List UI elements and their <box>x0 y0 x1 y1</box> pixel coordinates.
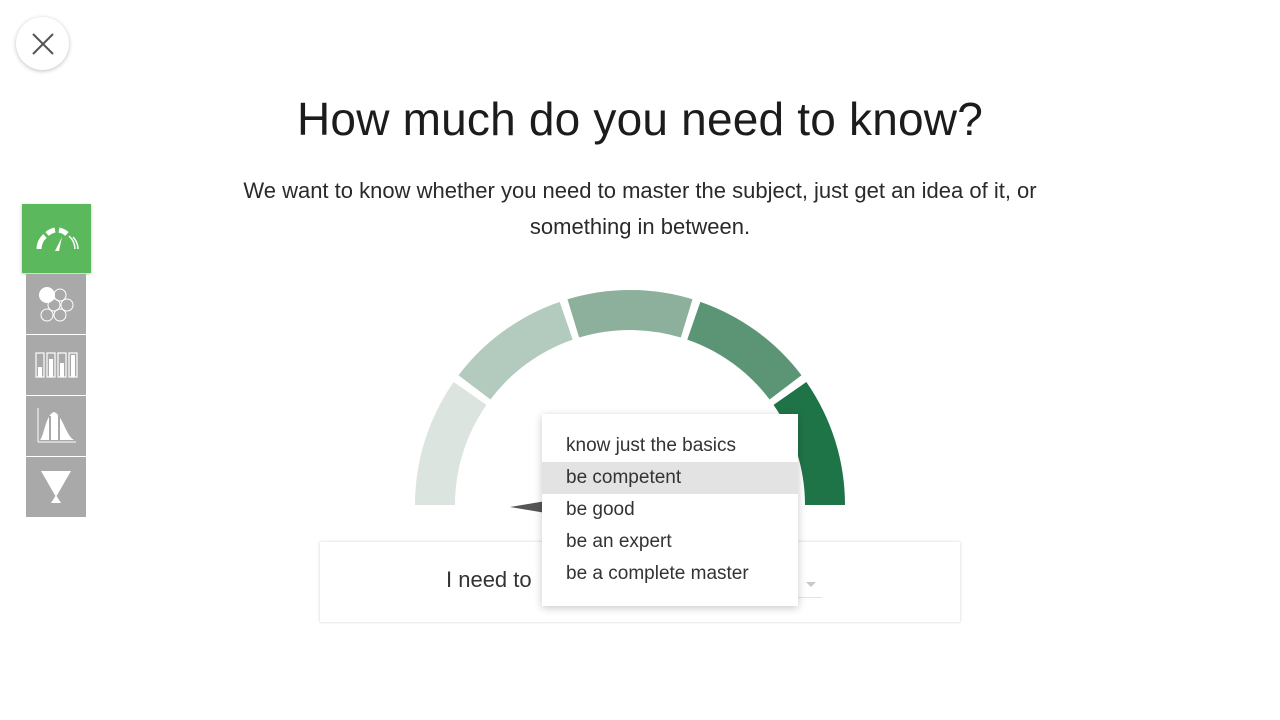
answer-prefix: I need to <box>446 567 532 592</box>
level-dropdown: know just the basics be competent be good b… <box>542 414 798 606</box>
gauge-needle <box>510 501 546 513</box>
chevron-down-icon[interactable] <box>806 582 816 587</box>
gauge-segment <box>567 289 693 338</box>
gauge-segment <box>415 381 487 505</box>
dropdown-option[interactable]: be an expert <box>542 526 798 558</box>
dropdown-option[interactable]: be good <box>542 494 798 526</box>
dropdown-option[interactable]: be a complete master <box>542 558 798 590</box>
gauge-segment <box>687 301 802 400</box>
dropdown-option[interactable]: be competent <box>542 462 798 494</box>
dropdown-option[interactable]: know just the basics <box>542 430 798 462</box>
gauge-segment <box>458 301 573 400</box>
